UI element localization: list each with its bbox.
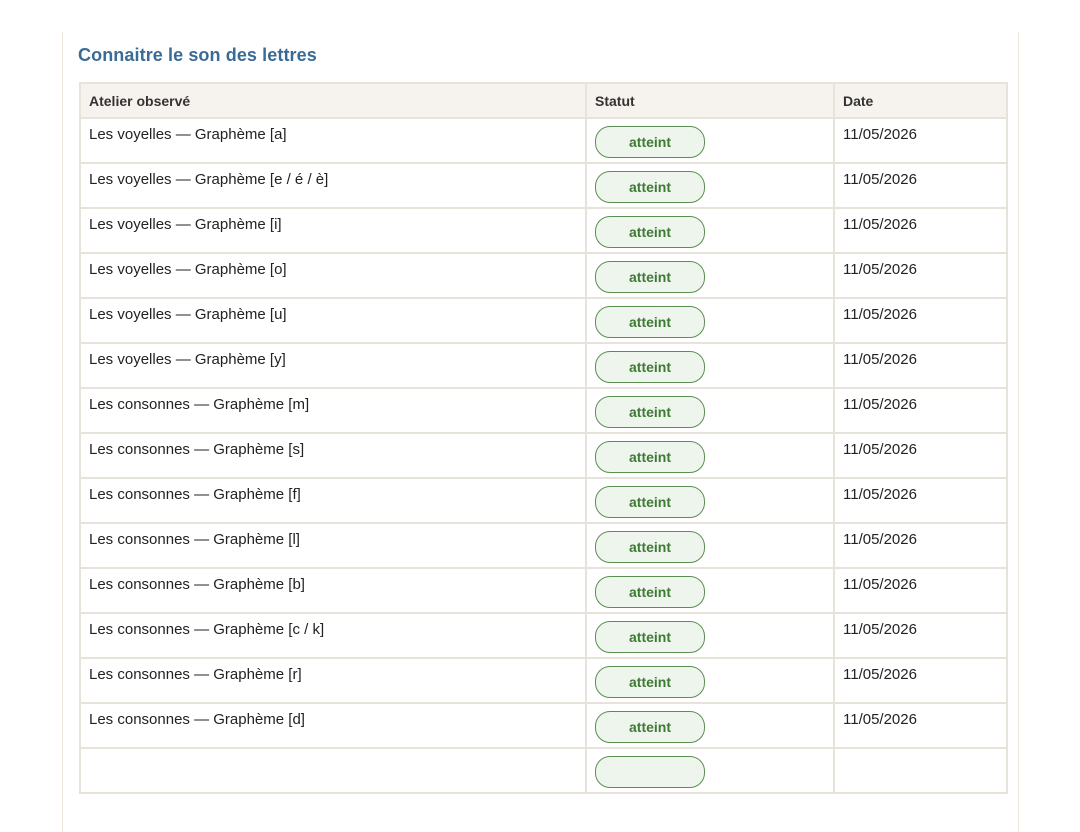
atelier-cell: Les consonnes — Graphème [c / k]: [79, 612, 587, 659]
atelier-cell: Les voyelles — Graphème [o]: [79, 252, 587, 299]
table-body: Les voyelles — Graphème [a] atteint 11/05/…: [79, 117, 1008, 794]
table-row: Les voyelles — Graphème [e / é / è] attei…: [79, 162, 1008, 209]
column-header-date: Date: [833, 82, 1008, 119]
table-row: Les consonnes — Graphème [c / k] atteint 1…: [79, 612, 1008, 659]
date-cell: 11/05/2026: [833, 207, 1008, 254]
atelier-cell: Les consonnes — Graphème [s]: [79, 432, 587, 479]
atelier-cell: Les consonnes — Graphème [m]: [79, 387, 587, 434]
date-cell: 11/05/2026: [833, 117, 1008, 164]
status-badge[interactable]: [595, 756, 705, 788]
status-cell: atteint: [585, 477, 835, 524]
date-cell: 11/05/2026: [833, 252, 1008, 299]
status-cell: atteint: [585, 117, 835, 164]
date-cell: 11/05/2026: [833, 522, 1008, 569]
table-row: Les consonnes — Graphème [s] atteint 11/05…: [79, 432, 1008, 479]
status-badge[interactable]: atteint: [595, 531, 705, 563]
date-cell: [833, 747, 1008, 794]
atelier-cell: Les voyelles — Graphème [e / é / è]: [79, 162, 587, 209]
status-badge[interactable]: atteint: [595, 441, 705, 473]
table-row: Les consonnes — Graphème [b] atteint 11/05…: [79, 567, 1008, 614]
table-row: Les voyelles — Graphème [y] atteint 11/05/…: [79, 342, 1008, 389]
table-row: Les voyelles — Graphème [a] atteint 11/05/…: [79, 117, 1008, 164]
date-cell: 11/05/2026: [833, 162, 1008, 209]
status-cell: atteint: [585, 702, 835, 749]
date-cell: 11/05/2026: [833, 387, 1008, 434]
table-row: Les consonnes — Graphème [m] atteint 11/05…: [79, 387, 1008, 434]
atelier-cell: Les consonnes — Graphème [l]: [79, 522, 587, 569]
status-badge[interactable]: atteint: [595, 261, 705, 293]
date-cell: 11/05/2026: [833, 432, 1008, 479]
report-page: Connaitre le son des lettres Atelier obs…: [62, 32, 1019, 832]
table-row: Les consonnes — Graphème [r] atteint 11/05…: [79, 657, 1008, 704]
status-cell: atteint: [585, 432, 835, 479]
table-header-row: Atelier observé Statut Date: [79, 82, 1008, 119]
status-cell: atteint: [585, 162, 835, 209]
status-badge[interactable]: atteint: [595, 486, 705, 518]
status-badge[interactable]: atteint: [595, 306, 705, 338]
atelier-cell: Les voyelles — Graphème [i]: [79, 207, 587, 254]
status-badge[interactable]: atteint: [595, 666, 705, 698]
atelier-cell: Les consonnes — Graphème [d]: [79, 702, 587, 749]
date-cell: 11/05/2026: [833, 567, 1008, 614]
section-title: Connaitre le son des lettres: [78, 45, 317, 65]
status-cell: atteint: [585, 297, 835, 344]
status-cell: atteint: [585, 657, 835, 704]
table-row: Les voyelles — Graphème [o] atteint 11/05/…: [79, 252, 1008, 299]
date-cell: 11/05/2026: [833, 702, 1008, 749]
table-row: [79, 747, 1008, 794]
status-badge[interactable]: atteint: [595, 576, 705, 608]
date-cell: 11/05/2026: [833, 477, 1008, 524]
atelier-cell: Les voyelles — Graphème [y]: [79, 342, 587, 389]
table-row: Les consonnes — Graphème [l] atteint 11/05…: [79, 522, 1008, 569]
atelier-cell: Les voyelles — Graphème [a]: [79, 117, 587, 164]
date-cell: 11/05/2026: [833, 612, 1008, 659]
status-cell: atteint: [585, 567, 835, 614]
atelier-cell: Les consonnes — Graphème [f]: [79, 477, 587, 524]
date-cell: 11/05/2026: [833, 342, 1008, 389]
status-cell: atteint: [585, 387, 835, 434]
status-cell: atteint: [585, 252, 835, 299]
table-row: Les voyelles — Graphème [i] atteint 11/05/…: [79, 207, 1008, 254]
status-badge[interactable]: atteint: [595, 126, 705, 158]
date-cell: 11/05/2026: [833, 297, 1008, 344]
observation-table: Atelier observé Statut Date Les voyelles…: [79, 82, 1008, 794]
status-cell: atteint: [585, 612, 835, 659]
status-badge[interactable]: atteint: [595, 396, 705, 428]
status-cell: [585, 747, 835, 794]
table-row: Les consonnes — Graphème [d] atteint 11/05…: [79, 702, 1008, 749]
atelier-cell: Les voyelles — Graphème [u]: [79, 297, 587, 344]
status-badge[interactable]: atteint: [595, 171, 705, 203]
atelier-cell: Les consonnes — Graphème [r]: [79, 657, 587, 704]
atelier-cell: Les consonnes — Graphème [b]: [79, 567, 587, 614]
column-header-statut: Statut: [585, 82, 835, 119]
table-row: Les voyelles — Graphème [u] atteint 11/05/…: [79, 297, 1008, 344]
status-badge[interactable]: atteint: [595, 711, 705, 743]
status-badge[interactable]: atteint: [595, 621, 705, 653]
date-cell: 11/05/2026: [833, 657, 1008, 704]
status-cell: atteint: [585, 342, 835, 389]
table-row: Les consonnes — Graphème [f] atteint 11/05…: [79, 477, 1008, 524]
status-badge[interactable]: atteint: [595, 351, 705, 383]
status-cell: atteint: [585, 522, 835, 569]
status-cell: atteint: [585, 207, 835, 254]
column-header-atelier: Atelier observé: [79, 82, 587, 119]
atelier-cell: [79, 747, 587, 794]
status-badge[interactable]: atteint: [595, 216, 705, 248]
